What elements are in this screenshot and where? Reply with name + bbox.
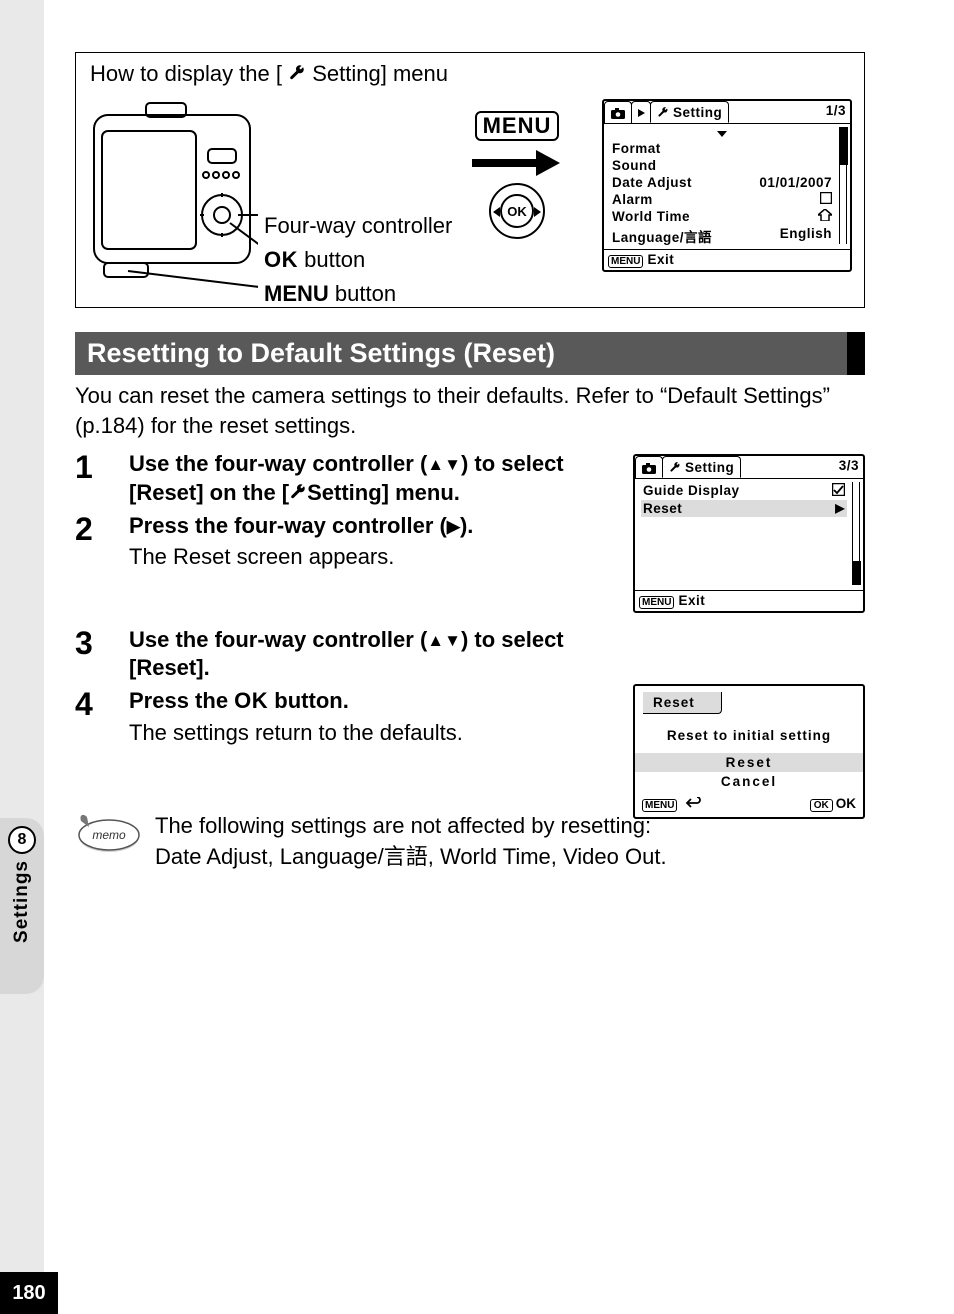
up-down-triangle-icon: ▲▼ [427, 631, 461, 650]
s2b: ). [460, 513, 473, 538]
reset-dialog-msg: Reset to initial setting [635, 714, 863, 753]
step-2-sub: The Reset screen appears. [129, 542, 605, 572]
page-number: 180 [0, 1272, 58, 1314]
ok-dpad-icon: OK [489, 183, 545, 239]
menu-button-label: MENU button [264, 277, 452, 311]
menu-chip: MENU [639, 596, 674, 609]
svg-text:memo: memo [92, 828, 126, 842]
item-format: Format [612, 141, 661, 156]
ok-button-label: OK button [264, 243, 452, 277]
ok-inner: OK [500, 194, 534, 228]
scrollbar [839, 127, 847, 244]
camera-tab-icon [635, 456, 663, 478]
arrow-right-icon [472, 153, 562, 173]
memo-icon: memo [75, 811, 141, 855]
setting-screen-1: Setting 1/3 Format Sound Date Adjust 01/0… [602, 99, 852, 272]
item-reset: Reset [643, 501, 682, 516]
memo-line-1: The following settings are not affected … [155, 811, 667, 842]
camera-part-labels: Four-way controller OK button MENU butto… [264, 209, 452, 311]
memo-line-2: Date Adjust, Language/言語, World Time, Vi… [155, 842, 667, 873]
item-date-adjust: Date Adjust [612, 175, 692, 190]
menu-chip: MENU [642, 799, 677, 812]
page-indicator: 3/3 [839, 456, 863, 478]
item-sound: Sound [612, 158, 657, 173]
how-to-title: How to display the [ Setting] menu [90, 61, 854, 87]
menu-suffix: button [329, 281, 396, 306]
exit-label: MENU Exit [608, 252, 674, 268]
reset-dialog-tab: Reset [643, 692, 722, 714]
menu-back: MENU [642, 796, 701, 812]
ok-label: OK [836, 796, 856, 811]
scrollbar [852, 482, 860, 585]
menu-text: MENU [264, 281, 329, 306]
up-down-triangle-icon: ▲▼ [427, 455, 461, 474]
intro-text: You can reset the camera settings to the… [75, 381, 865, 440]
item-guide-display: Guide Display [643, 483, 740, 499]
reset-option: Reset [635, 753, 863, 772]
setting-screen-3: Setting 3/3 Guide Display Reset ▶ MENU Ex… [633, 454, 865, 613]
s3a: Use the four-way controller ( [129, 627, 427, 652]
setting-tab: Setting [650, 101, 729, 123]
checked-icon [832, 483, 845, 499]
memo-note: memo The following settings are not affe… [75, 811, 865, 873]
item-world-time: World Time [612, 209, 690, 224]
step-3-head: Use the four-way controller (▲▼) to sele… [129, 626, 605, 683]
exit-text: Exit [678, 593, 705, 608]
step-4-head: Press the OK button. [129, 687, 605, 716]
reset-dialog-screen: Reset Reset to initial setting Reset Can… [633, 684, 865, 819]
title-prefix: How to display the [ [90, 61, 282, 86]
date-value: 01/01/2007 [759, 175, 832, 190]
how-to-display-box: How to display the [ Setting] menu [75, 52, 865, 308]
chapter-label: Settings [11, 860, 33, 943]
ok-confirm: OKOK [810, 796, 856, 812]
home-icon [818, 209, 832, 224]
ok-text: OK [264, 247, 298, 272]
wrench-icon [289, 480, 307, 505]
right-triangle-icon: ▶ [447, 517, 460, 536]
page-indicator: 1/3 [826, 101, 850, 123]
step-4-sub: The settings return to the defaults. [129, 718, 605, 748]
title-suffix: Setting] menu [312, 61, 448, 86]
down-triangle-icon [717, 131, 727, 137]
setting-tab: Setting [662, 456, 741, 478]
step-3-number: 3 [75, 626, 129, 683]
ok-suffix: button [298, 247, 365, 272]
s1c: Setting] menu. [307, 480, 460, 505]
step-2-number: 2 [75, 512, 129, 572]
language-value: English [780, 226, 832, 246]
s2a: Press the four-way controller ( [129, 513, 447, 538]
section-heading: Resetting to Default Settings (Reset) [75, 332, 865, 375]
item-alarm: Alarm [612, 192, 653, 207]
ok-text: OK [234, 688, 268, 713]
alarm-checkbox-icon [820, 192, 832, 207]
page-left-margin [0, 0, 44, 1314]
step-2-head: Press the four-way controller (▶). [129, 512, 605, 541]
exit-label: MENU Exit [639, 593, 705, 609]
exit-text: Exit [647, 252, 674, 267]
menu-button-icon: MENU [475, 111, 560, 141]
wrench-icon [282, 61, 312, 86]
s4b: button. [268, 688, 349, 713]
item-language: Language/言語 [612, 226, 712, 246]
chapter-number: 8 [8, 826, 36, 854]
play-tab-icon [631, 101, 651, 123]
setting-tab-label: Setting [685, 460, 734, 475]
right-triangle-icon: ▶ [835, 501, 845, 516]
step-1-head: Use the four-way controller (▲▼) to sele… [129, 450, 605, 507]
camera-tab-icon [604, 101, 632, 123]
camera-illustration [88, 97, 258, 301]
cancel-option: Cancel [635, 772, 863, 791]
back-arrow-icon [685, 797, 701, 809]
setting-tab-label: Setting [673, 105, 722, 120]
step-4-number: 4 [75, 687, 129, 747]
s4a: Press the [129, 688, 234, 713]
chapter-tab: 8 Settings [0, 818, 44, 994]
menu-chip: MENU [608, 255, 643, 268]
ok-chip: OK [810, 799, 833, 812]
menu-ok-flow: MENU OK [452, 111, 582, 239]
s1a: Use the four-way controller ( [129, 451, 427, 476]
step-1-number: 1 [75, 450, 129, 507]
fourway-label: Four-way controller [264, 209, 452, 243]
